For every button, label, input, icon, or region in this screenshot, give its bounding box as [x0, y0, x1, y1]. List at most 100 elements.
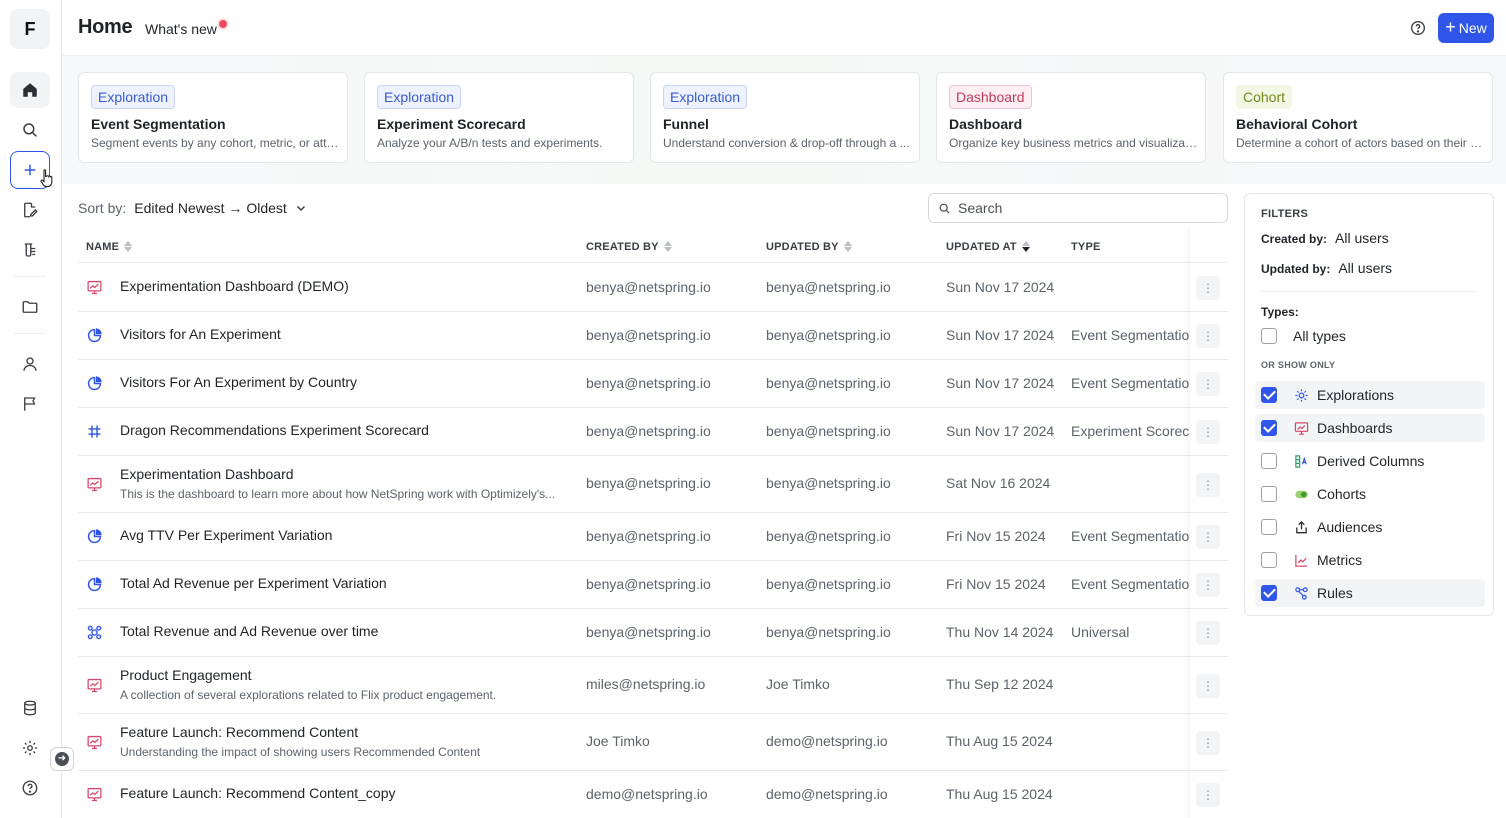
row-more-button[interactable]: ⋮ [1196, 525, 1220, 549]
row-updated-at: Sun Nov 17 2024 [946, 423, 1055, 439]
filter-option-label: Rules [1317, 585, 1353, 601]
kebab-icon: ⋮ [1202, 736, 1214, 750]
row-more-button[interactable]: ⋮ [1196, 573, 1220, 597]
template-card-dashboard[interactable]: Dashboard Dashboard Organize key busines… [936, 72, 1206, 163]
row-created-by: benya@netspring.io [586, 423, 711, 439]
template-card-experiment-scorecard[interactable]: Exploration Experiment Scorecard Analyze… [364, 72, 634, 163]
template-desc: Organize key business metrics and visual… [949, 136, 1199, 150]
template-badge: Cohort [1236, 85, 1293, 109]
checkbox[interactable] [1261, 328, 1277, 344]
checkbox[interactable] [1261, 486, 1277, 502]
row-name[interactable]: Visitors for An Experiment [120, 326, 281, 342]
row-more-button[interactable]: ⋮ [1196, 621, 1220, 645]
nav-folders-button[interactable] [10, 289, 50, 325]
table-row[interactable]: Visitors for An Experiment benya@netsprin… [78, 312, 1228, 360]
template-card-behavioral-cohort[interactable]: Cohort Behavioral Cohort Determine a coh… [1223, 72, 1493, 163]
row-updated-by: Joe Timko [766, 676, 830, 692]
sort-icon [843, 241, 852, 252]
table-row[interactable]: Total Ad Revenue per Experiment Variatio… [78, 561, 1228, 609]
template-title: Event Segmentation [91, 116, 226, 132]
row-updated-at: Sun Nov 17 2024 [946, 327, 1055, 343]
table-row[interactable]: Dragon Recommendations Experiment Scorec… [78, 408, 1228, 456]
row-updated-by: demo@netspring.io [766, 733, 888, 749]
table-row[interactable]: Experimentation Dashboard (DEMO) benya@ne… [78, 264, 1228, 312]
row-name[interactable]: Dragon Recommendations Experiment Scorec… [120, 422, 429, 438]
table-row[interactable]: Visitors For An Experiment by Country ben… [78, 360, 1228, 408]
column-header-created-by[interactable]: CREATED BY [586, 230, 672, 263]
updated-by-filter[interactable]: Updated by: All users [1261, 260, 1392, 276]
row-name[interactable]: Total Ad Revenue per Experiment Variatio… [120, 575, 387, 591]
nav-edit-button[interactable] [10, 192, 50, 228]
row-name[interactable]: Feature Launch: Recommend Content [120, 724, 358, 740]
table-body: Experimentation Dashboard (DEMO) benya@ne… [78, 264, 1228, 818]
nav-help-button[interactable] [10, 770, 50, 806]
row-more-button[interactable]: ⋮ [1196, 674, 1220, 698]
row-created-by: benya@netspring.io [586, 528, 711, 544]
table-row[interactable]: Total Revenue and Ad Revenue over time be… [78, 609, 1228, 657]
template-desc: Segment events by any cohort, metric, or… [91, 136, 341, 150]
row-more-button[interactable]: ⋮ [1196, 420, 1220, 444]
nav-search-button[interactable] [10, 112, 50, 148]
kebab-icon: ⋮ [1202, 478, 1214, 492]
row-name[interactable]: Experimentation Dashboard (DEMO) [120, 278, 349, 294]
help-icon[interactable] [1410, 20, 1426, 36]
nav-flags-button[interactable] [10, 386, 50, 422]
template-badge: Dashboard [949, 85, 1032, 109]
nav-data-button[interactable] [10, 690, 50, 726]
segmentation-icon [86, 576, 103, 593]
checkbox[interactable] [1261, 453, 1277, 469]
row-name[interactable]: Feature Launch: Recommend Content_copy [120, 785, 396, 801]
filter-option-metrics[interactable]: Metrics [1255, 546, 1485, 574]
filter-option-derived-columns[interactable]: Derived Columns [1255, 447, 1485, 475]
row-name[interactable]: Visitors For An Experiment by Country [120, 374, 357, 390]
template-card-event-segmentation[interactable]: Exploration Event Segmentation Segment e… [78, 72, 348, 163]
row-more-button[interactable]: ⋮ [1196, 783, 1220, 807]
column-header-updated-at[interactable]: UPDATED AT [946, 230, 1030, 263]
created-by-filter[interactable]: Created by: All users [1261, 230, 1389, 246]
column-header-type[interactable]: TYPE [1071, 230, 1101, 263]
checkbox[interactable] [1261, 420, 1277, 436]
table-row[interactable]: Feature Launch: Recommend Content_copy de… [78, 771, 1228, 818]
row-name[interactable]: Experimentation Dashboard [120, 466, 294, 482]
checkbox[interactable] [1261, 585, 1277, 601]
new-button[interactable]: + New [1438, 13, 1494, 43]
sort-control[interactable]: Sort by: Edited Newest → Oldest [78, 200, 307, 216]
filter-option-dashboards[interactable]: Dashboards [1255, 414, 1485, 442]
table-row[interactable]: Avg TTV Per Experiment Variation benya@ne… [78, 513, 1228, 561]
column-header-name[interactable]: NAME [86, 230, 133, 263]
nav-users-button[interactable] [10, 346, 50, 382]
nav-home-button[interactable] [10, 72, 50, 108]
dashboard-icon [86, 279, 103, 296]
table-row[interactable]: Experimentation Dashboard This is the das… [78, 456, 1228, 513]
filter-option-audiences[interactable]: Audiences [1255, 513, 1485, 541]
app-root: F ➜ Home What's new + New Exploration Ev… [0, 0, 1506, 818]
row-more-button[interactable]: ⋮ [1196, 731, 1220, 755]
row-more-button[interactable]: ⋮ [1196, 473, 1220, 497]
top-header: Home What's new + New [62, 0, 1506, 56]
checkbox[interactable] [1261, 552, 1277, 568]
app-logo[interactable]: F [10, 9, 50, 49]
row-more-button[interactable]: ⋮ [1196, 324, 1220, 348]
whats-new-link[interactable]: What's new [145, 21, 217, 37]
expand-rail-button[interactable]: ➜ [50, 747, 74, 771]
search-input[interactable] [958, 200, 1208, 216]
row-name[interactable]: Product Engagement [120, 667, 252, 683]
filter-option-explorations[interactable]: Explorations [1255, 381, 1485, 409]
filter-option-cohorts[interactable]: Cohorts [1255, 480, 1485, 508]
template-card-funnel[interactable]: Exploration Funnel Understand conversion… [650, 72, 920, 163]
filters-panel: FILTERS Created by: All users Updated by… [1244, 193, 1494, 616]
filter-option-rules[interactable]: Rules [1255, 579, 1485, 607]
nav-experiments-button[interactable] [10, 232, 50, 268]
row-name[interactable]: Total Revenue and Ad Revenue over time [120, 623, 378, 639]
checkbox[interactable] [1261, 519, 1277, 535]
row-more-button[interactable]: ⋮ [1196, 372, 1220, 396]
filter-all-types[interactable]: All types [1255, 322, 1485, 350]
row-more-button[interactable]: ⋮ [1196, 276, 1220, 300]
row-name[interactable]: Avg TTV Per Experiment Variation [120, 527, 332, 543]
plus-icon: + [1445, 17, 1456, 37]
column-header-updated-by[interactable]: UPDATED BY [766, 230, 852, 263]
checkbox[interactable] [1261, 387, 1277, 403]
table-row[interactable]: Feature Launch: Recommend Content Underst… [78, 714, 1228, 771]
table-row[interactable]: Product Engagement A collection of severa… [78, 657, 1228, 714]
nav-settings-button[interactable] [10, 730, 50, 766]
